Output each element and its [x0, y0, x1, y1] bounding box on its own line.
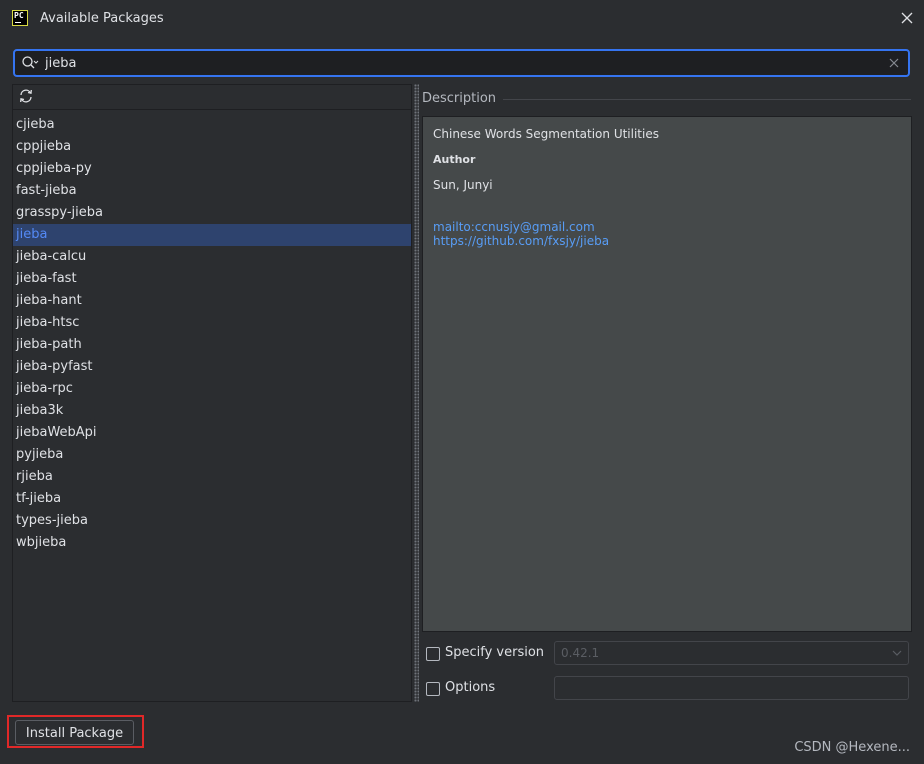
package-list-item[interactable]: fast-jieba [13, 180, 411, 202]
package-list-item[interactable]: grasspy-jieba [13, 202, 411, 224]
description-panel: Chinese Words Segmentation Utilities Aut… [422, 116, 912, 632]
package-list-item[interactable]: jieba-hant [13, 290, 411, 312]
package-list-item[interactable]: jieba3k [13, 400, 411, 422]
package-list-item[interactable]: jieba-path [13, 334, 411, 356]
package-list-item[interactable]: cjieba [13, 114, 411, 136]
dialog-title: Available Packages [40, 11, 164, 26]
package-list-item[interactable]: rjieba [13, 466, 411, 488]
options-label: Options [445, 680, 496, 695]
package-list-item[interactable]: cppjieba [13, 136, 411, 158]
pycharm-logo-icon: PC [12, 10, 28, 26]
title-bar: PC Available Packages [0, 0, 924, 38]
search-field[interactable] [13, 49, 910, 77]
chevron-down-icon [892, 650, 902, 656]
options-checkbox[interactable] [426, 682, 440, 696]
options-field[interactable] [554, 676, 909, 700]
package-list-item[interactable]: jiebaWebApi [13, 422, 411, 444]
package-summary: Chinese Words Segmentation Utilities [433, 127, 659, 141]
list-toolbar [13, 85, 411, 110]
package-list-item[interactable]: jieba [13, 224, 411, 246]
package-list-item[interactable]: pyjieba [13, 444, 411, 466]
package-list-item[interactable]: tf-jieba [13, 488, 411, 510]
author-name: Sun, Junyi [433, 178, 493, 192]
specify-version-label: Specify version [445, 645, 545, 660]
panel-splitter[interactable] [414, 84, 419, 702]
version-select[interactable]: 0.42.1 [554, 641, 909, 665]
package-list-item[interactable]: jieba-rpc [13, 378, 411, 400]
install-package-button[interactable]: Install Package [15, 720, 134, 745]
description-header: Description [422, 91, 497, 106]
search-input[interactable] [45, 53, 885, 73]
package-list-item[interactable]: types-jieba [13, 510, 411, 532]
package-list-item[interactable]: jieba-calcu [13, 246, 411, 268]
author-label: Author [433, 153, 476, 166]
package-list-item[interactable]: cppjieba-py [13, 158, 411, 180]
refresh-icon[interactable] [18, 88, 34, 104]
email-link[interactable]: mailto:ccnusjy@gmail.com [433, 220, 901, 234]
divider [503, 99, 911, 100]
clear-search-icon[interactable] [888, 57, 900, 69]
package-list-panel: cjieba cppjieba cppjieba-py fast-jieba grass… [12, 84, 412, 702]
package-list: cjieba cppjieba cppjieba-py fast-jieba grass… [13, 110, 411, 554]
close-icon[interactable] [898, 9, 916, 27]
package-list-item[interactable]: jieba-pyfast [13, 356, 411, 378]
search-icon[interactable] [21, 55, 39, 71]
package-list-item[interactable]: jieba-htsc [13, 312, 411, 334]
repo-link[interactable]: https://github.com/fxsjy/jieba [433, 234, 901, 248]
version-value: 0.42.1 [561, 646, 600, 660]
specify-version-checkbox[interactable] [426, 647, 440, 661]
package-list-item[interactable]: wbjieba [13, 532, 411, 554]
watermark: CSDN @Hexene... [794, 740, 910, 755]
package-list-item[interactable]: jieba-fast [13, 268, 411, 290]
